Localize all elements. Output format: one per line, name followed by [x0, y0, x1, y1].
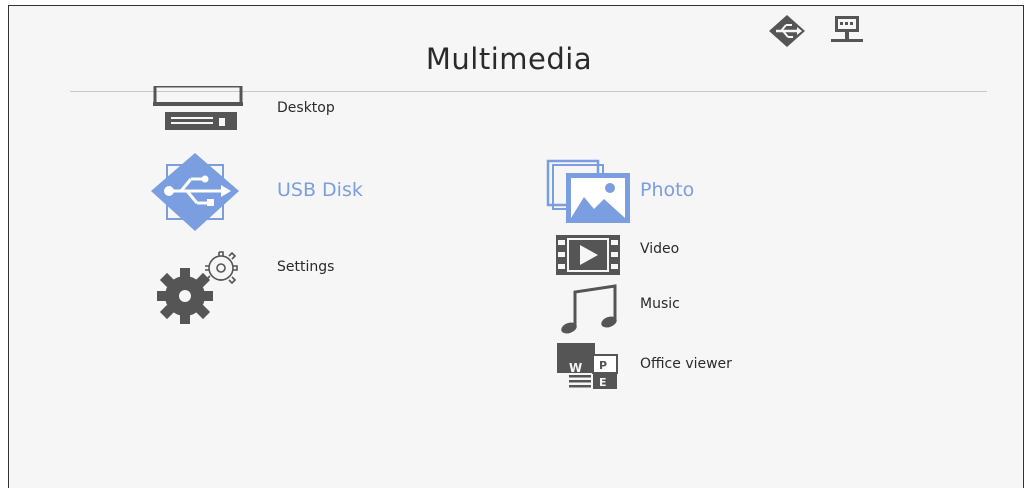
office-icon-letter-p: P: [599, 359, 607, 372]
office-icon-letter-e: E: [599, 376, 607, 389]
office-icon-letter-w: W: [569, 361, 582, 375]
menu-item-desktop[interactable]: Desktop: [149, 86, 389, 134]
photo-icon: [546, 159, 630, 223]
menu-item-office-viewer[interactable]: W P E Office viewer: [555, 341, 775, 391]
video-film-icon: [556, 235, 620, 275]
menu-item-video[interactable]: Video: [555, 233, 735, 277]
menu-item-settings[interactable]: Settings: [147, 246, 387, 328]
menu-item-usb-disk[interactable]: USB Disk: [147, 151, 407, 235]
music-note-icon: [561, 284, 617, 334]
menu-item-usb-disk-label: USB Disk: [277, 179, 363, 201]
menu-item-settings-label: Settings: [277, 259, 335, 275]
usb-diamond-icon: [769, 15, 805, 47]
menu-item-desktop-label: Desktop: [277, 100, 335, 116]
menu-item-photo[interactable]: Photo: [546, 159, 746, 225]
menu-item-photo-label: Photo: [640, 179, 695, 201]
menu-item-music-label: Music: [640, 296, 680, 312]
network-computer-icon: [831, 16, 863, 42]
menu-item-office-viewer-label: Office viewer: [640, 356, 732, 372]
gears-icon: [157, 251, 238, 324]
office-documents-icon: W P E: [557, 343, 618, 389]
desktop-computer-icon: [153, 86, 243, 130]
multimedia-screen: Multimedia Desktop USB Disk Settings Pho…: [8, 5, 1024, 488]
menu-item-music[interactable]: Music: [557, 284, 737, 336]
menu-item-video-label: Video: [640, 241, 680, 257]
usb-disk-icon: [151, 153, 239, 231]
